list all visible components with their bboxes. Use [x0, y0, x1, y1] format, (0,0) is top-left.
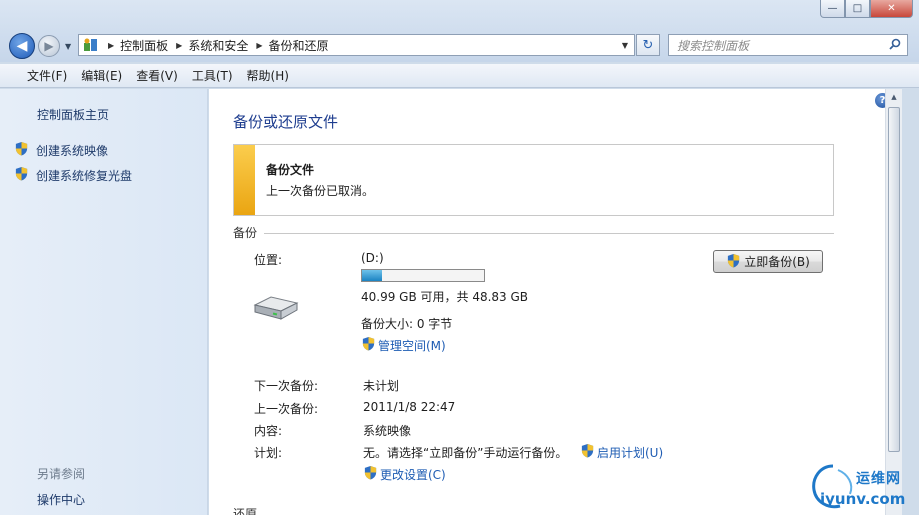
enable-schedule-link[interactable]: 启用计划(U)	[580, 443, 663, 461]
breadcrumb-separator[interactable]: ▶	[256, 41, 262, 50]
window-controls: — □ ✕	[820, 0, 913, 18]
breadcrumb-separator[interactable]: ▶	[108, 41, 114, 50]
minimize-button[interactable]: —	[820, 0, 845, 18]
free-space-text: 40.99 GB 可用，共 48.83 GB	[361, 290, 529, 304]
page-title: 备份或还原文件	[233, 113, 339, 131]
menu-tools[interactable]: 工具(T)	[185, 67, 240, 84]
disk-usage-fill	[362, 270, 382, 281]
contents-label: 内容:	[254, 424, 283, 438]
uac-shield-icon	[14, 141, 29, 159]
schedule-value: 无。请选择“立即备份”手动运行备份。	[363, 446, 568, 460]
control-panel-home-link[interactable]: 控制面板主页	[37, 106, 109, 123]
backup-notice: 备份文件 上一次备份已取消。	[233, 144, 834, 216]
create-system-image-link[interactable]: 创建系统映像	[14, 141, 108, 159]
address-dropdown-icon[interactable]: ▼	[622, 41, 628, 50]
see-also-heading: 另请参阅	[37, 467, 86, 481]
scroll-up-arrow-icon[interactable]: ▲	[886, 89, 902, 105]
schedule-label: 计划:	[254, 446, 283, 460]
action-center-link[interactable]: 操作中心	[37, 491, 85, 508]
section-divider	[264, 233, 834, 234]
last-backup-label: 上一次备份:	[254, 402, 319, 416]
disk-usage-bar	[361, 269, 485, 282]
search-placeholder: 搜索控制面板	[677, 38, 750, 53]
backup-size-text: 备份大小: 0 字节	[361, 317, 453, 331]
uac-shield-icon	[580, 443, 595, 461]
breadcrumb-separator[interactable]: ▶	[176, 41, 182, 50]
left-pane: 控制面板主页 创建系统映像 创建系统修复光盘 另请参阅 操作中心	[0, 89, 208, 515]
hard-drive-icon	[251, 293, 301, 323]
scroll-thumb[interactable]	[888, 107, 900, 452]
notice-title: 备份文件	[266, 163, 315, 177]
next-backup-value: 未计划	[363, 379, 400, 393]
menu-help[interactable]: 帮助(H)	[240, 67, 296, 84]
breadcrumb-backup-restore[interactable]: 备份和还原	[269, 37, 329, 54]
drive-letter: (D:)	[361, 251, 384, 265]
control-panel-icon	[82, 37, 100, 53]
arrow-left-icon: ◀	[16, 38, 28, 54]
uac-shield-icon	[363, 465, 378, 483]
refresh-button[interactable]: ↻	[636, 34, 660, 56]
manage-space-link[interactable]: 管理空间(M)	[361, 336, 446, 354]
forward-button[interactable]: ▶	[38, 35, 60, 57]
address-bar[interactable]: ▶ 控制面板 ▶ 系统和安全 ▶ 备份和还原 ▼	[78, 34, 635, 56]
create-system-image-label: 创建系统映像	[36, 143, 109, 158]
enable-schedule-label: 启用计划(U)	[597, 445, 664, 460]
recent-pages-dropdown[interactable]: ▼	[65, 42, 71, 51]
backup-now-button[interactable]: 立即备份(B)	[713, 250, 823, 273]
window-chrome: — □ ✕ ◀ ▶ ▼ ▶ 控制面板 ▶ 系统和安全 ▶ 备份和还原 ▼ ↻ 搜…	[0, 0, 919, 62]
notice-text: 上一次备份已取消。	[266, 184, 375, 198]
vertical-scrollbar[interactable]: ▲	[885, 89, 902, 515]
arrow-right-icon: ▶	[44, 39, 54, 53]
watermark-en: iyunv.com	[820, 490, 906, 508]
back-button[interactable]: ◀	[9, 33, 35, 59]
section-restore-heading: 还原	[233, 507, 258, 515]
create-repair-disc-link[interactable]: 创建系统修复光盘	[14, 166, 132, 184]
menu-bar: 文件(F) 编辑(E) 查看(V) 工具(T) 帮助(H)	[0, 64, 919, 88]
uac-shield-icon	[14, 166, 29, 184]
search-input[interactable]: 搜索控制面板	[668, 34, 908, 56]
close-button[interactable]: ✕	[870, 0, 913, 18]
breadcrumb-control-panel[interactable]: 控制面板	[120, 37, 168, 54]
menu-edit[interactable]: 编辑(E)	[74, 67, 129, 84]
refresh-icon: ↻	[642, 37, 654, 53]
watermark-cn: 运维网	[856, 471, 901, 487]
menu-file[interactable]: 文件(F)	[20, 67, 74, 84]
next-backup-label: 下一次备份:	[254, 379, 319, 393]
warning-color-bar	[234, 145, 255, 215]
section-backup-heading: 备份	[233, 226, 258, 240]
menu-view[interactable]: 查看(V)	[129, 67, 185, 84]
location-label: 位置:	[254, 253, 283, 267]
uac-shield-icon	[726, 253, 741, 271]
backup-now-label: 立即备份(B)	[744, 255, 810, 269]
site-watermark: 运维网 iyunv.com	[808, 462, 916, 512]
maximize-button[interactable]: □	[845, 0, 870, 18]
breadcrumb-system-security[interactable]: 系统和安全	[188, 37, 248, 54]
change-settings-label: 更改设置(C)	[380, 467, 446, 482]
window-frame	[902, 89, 919, 515]
manage-space-label: 管理空间(M)	[378, 338, 446, 353]
create-repair-disc-label: 创建系统修复光盘	[36, 168, 133, 183]
search-icon[interactable]	[889, 38, 901, 53]
last-backup-value: 2011/1/8 22:47	[363, 400, 456, 414]
uac-shield-icon	[361, 336, 376, 354]
change-settings-link[interactable]: 更改设置(C)	[363, 465, 446, 483]
contents-value: 系统映像	[363, 424, 412, 438]
